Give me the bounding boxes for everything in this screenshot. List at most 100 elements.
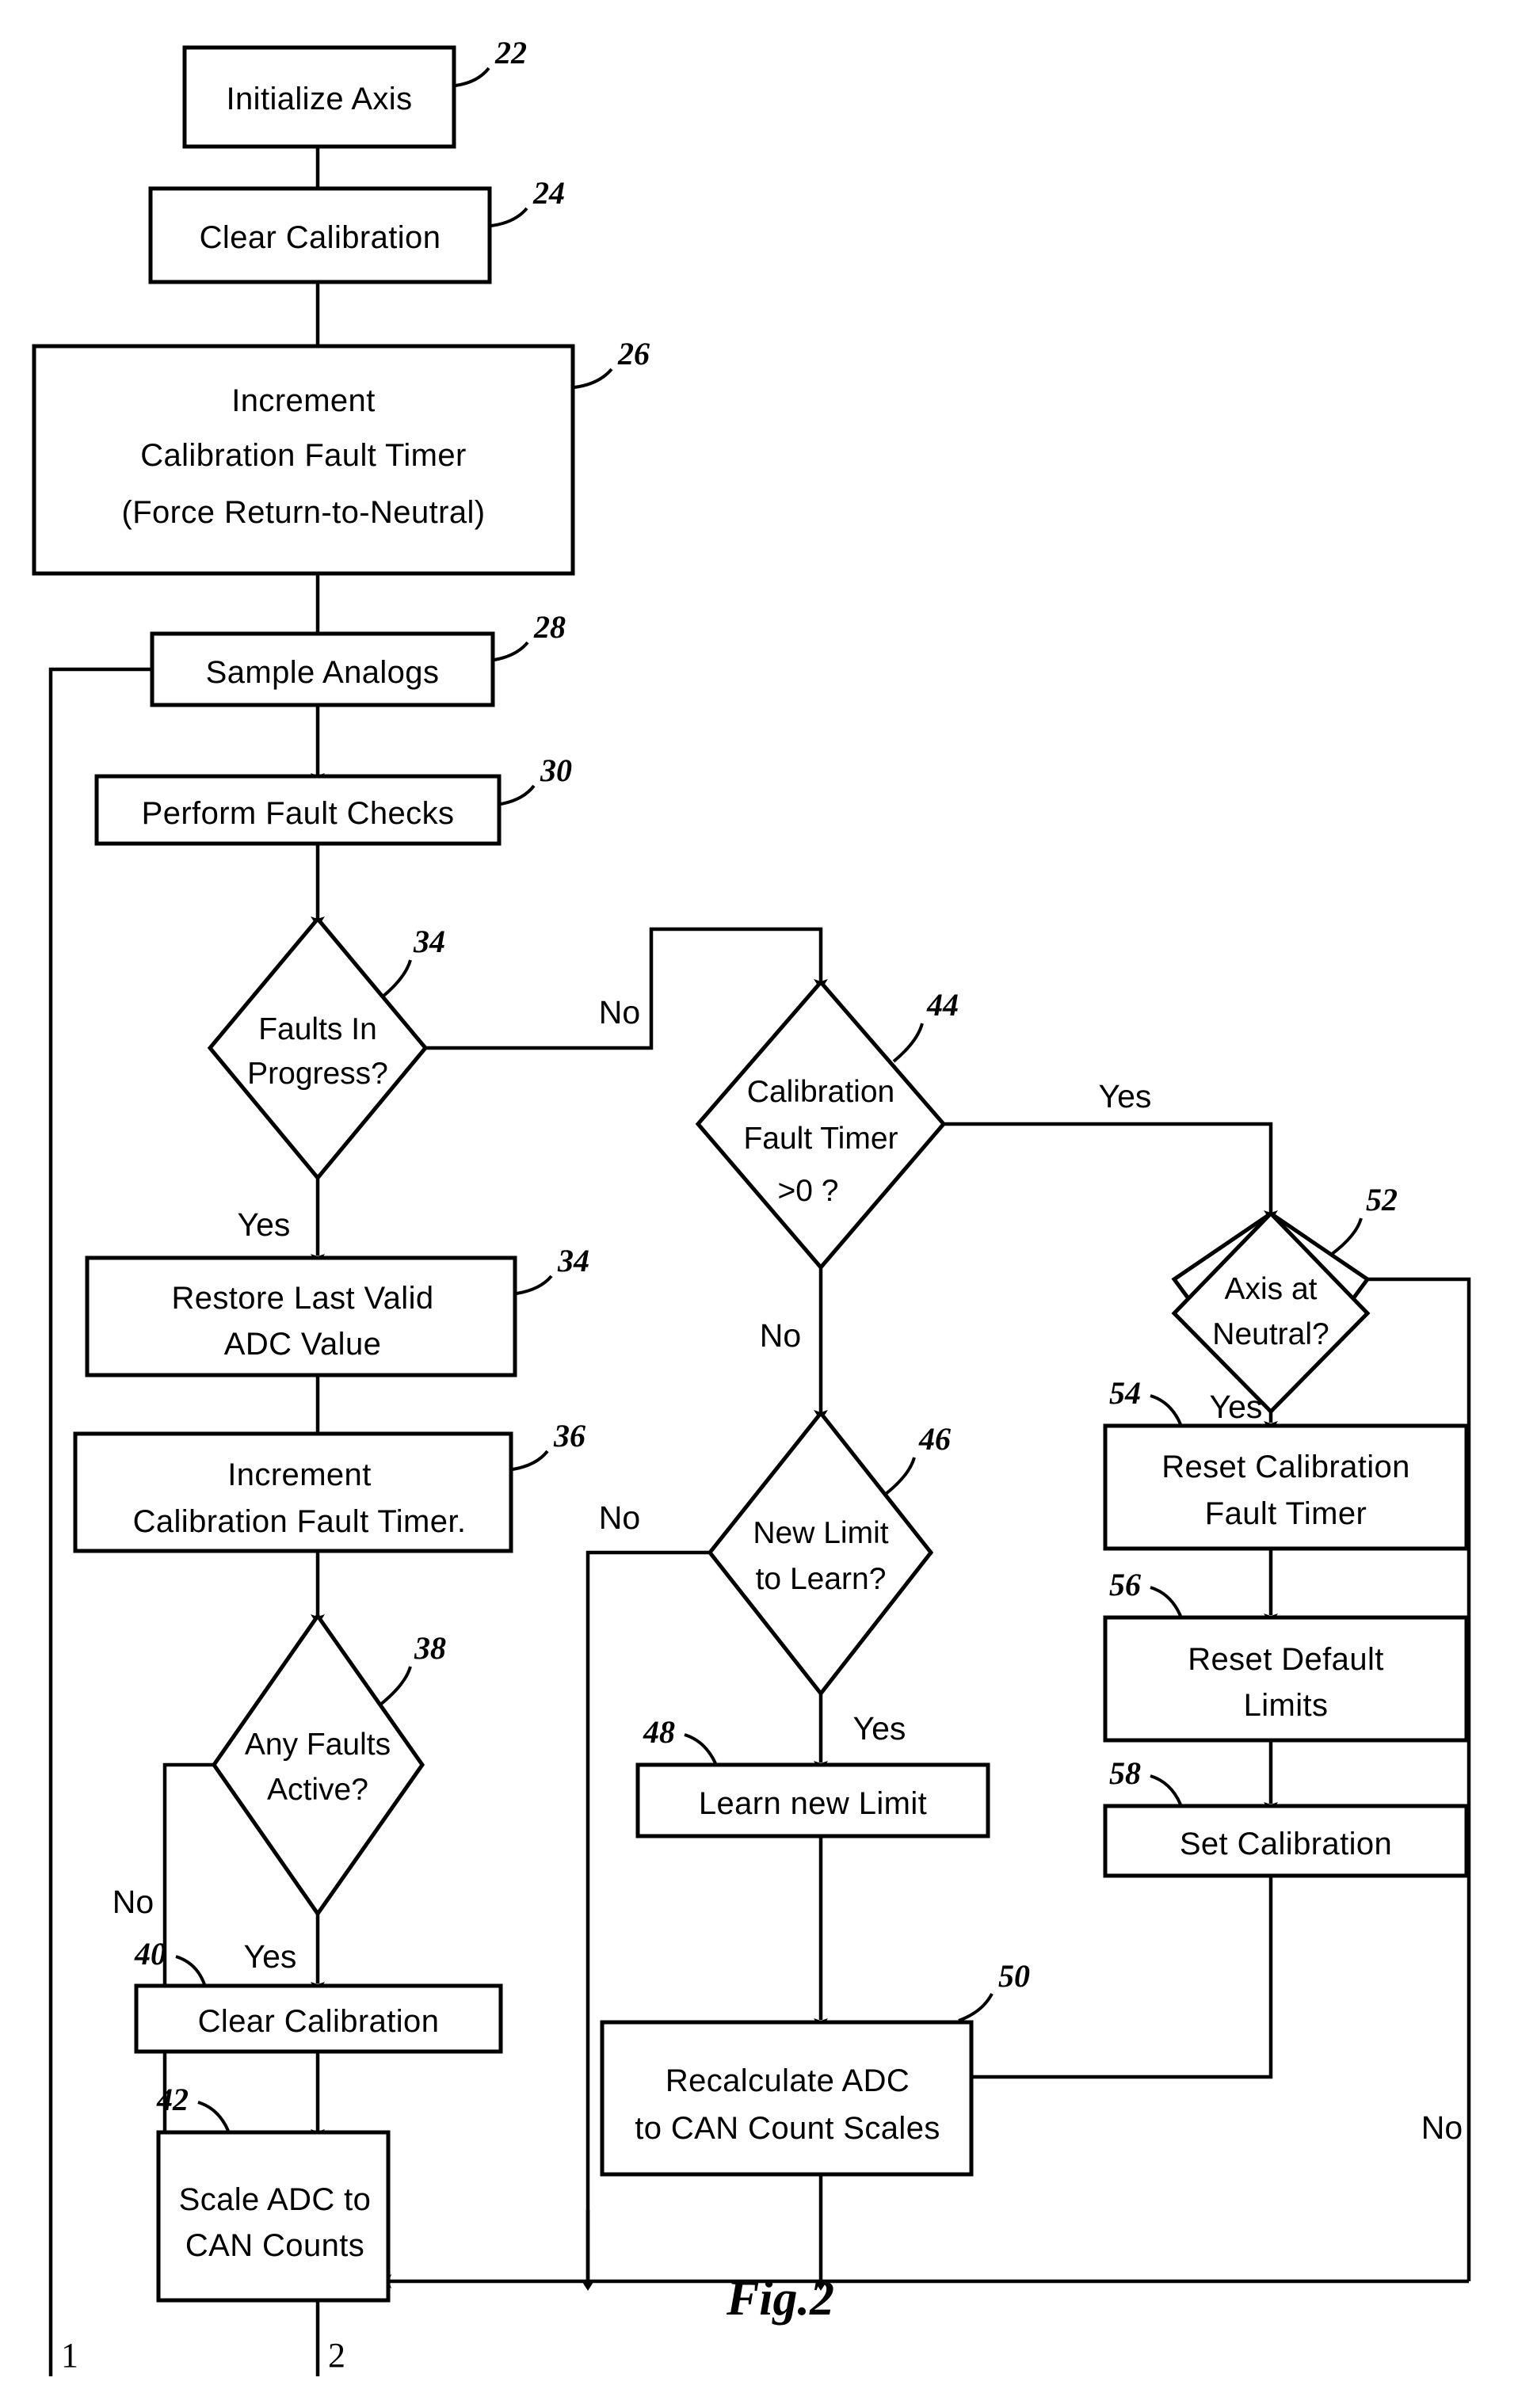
node-label-line2: Fault Timer <box>743 1122 898 1156</box>
edge-label-new-limit-yes: Yes <box>853 1710 906 1747</box>
figure-label: Fig.2 <box>726 2272 834 2326</box>
node-label: Learn new Limit <box>699 1786 927 1821</box>
leader-56 <box>1150 1586 1182 1617</box>
ref-number-38: 38 <box>414 1630 446 1666</box>
leader-38 <box>379 1666 412 1706</box>
node-clear-calibration-40: Clear Calibration <box>134 1983 503 2054</box>
node-set-calibration-58: Set Calibration <box>1103 1804 1469 1878</box>
node-label-line2: Active? <box>267 1773 368 1807</box>
node-label-line1: New Limit <box>753 1516 888 1550</box>
leader-24 <box>490 207 528 227</box>
page-connector-2: 2 <box>328 2336 345 2375</box>
node-perform-fault-checks-30: Perform Fault Checks <box>94 774 502 846</box>
ref-number-42: 42 <box>156 2082 189 2117</box>
leader-34a <box>380 959 412 999</box>
node-increment-cal-fault-timer-36: Increment Calibration Fault Timer. <box>73 1431 513 1553</box>
leader-40 <box>175 1955 206 1985</box>
node-faults-in-progress-decision: Faults In Progress? <box>207 916 429 1181</box>
node-scale-adc-to-can-counts-42: Scale ADC to CAN Counts <box>156 2130 391 2303</box>
ref-number-54: 54 <box>1109 1375 1141 1411</box>
leader-30 <box>500 784 536 806</box>
node-sample-analogs-28: Sample Analogs <box>150 631 495 707</box>
leader-26 <box>574 368 613 389</box>
node-label: Set Calibration <box>1180 1827 1392 1861</box>
edge-label-cal-timer-no: No <box>760 1317 801 1354</box>
ref-number-58: 58 <box>1109 1755 1141 1791</box>
ref-number-28: 28 <box>533 609 566 645</box>
node-label-line3: (Force Return-to-Neutral) <box>121 495 485 530</box>
leader-42 <box>197 2101 230 2132</box>
ref-number-44: 44 <box>926 987 959 1023</box>
page-connector-1: 1 <box>61 2336 78 2375</box>
node-label-line1: Reset Default <box>1188 1642 1384 1677</box>
node-increment-cal-fault-timer-26: Increment Calibration Fault Timer (Force… <box>32 344 575 576</box>
node-initialize-axis: Initialize Axis <box>182 45 456 149</box>
leader-58 <box>1150 1774 1182 1805</box>
node-label-line2: CAN Counts <box>185 2228 364 2263</box>
leader-28 <box>494 641 529 661</box>
node-label: Sample Analogs <box>206 655 440 690</box>
ref-number-56: 56 <box>1109 1567 1141 1602</box>
edge-label-faults-yes: Yes <box>238 1206 291 1243</box>
leader-34b <box>516 1274 553 1295</box>
node-label-line1: Increment <box>231 383 375 418</box>
node-label-line1: Scale ADC to <box>179 2182 372 2217</box>
node-label-line2: to Learn? <box>756 1562 887 1596</box>
node-label-line2: Neutral? <box>1212 1317 1329 1351</box>
node-reset-default-limits-56: Reset Default Limits <box>1103 1615 1469 1743</box>
edge-label-axis-neutral-no: No <box>1421 2109 1463 2146</box>
node-label-line1: Calibration <box>747 1075 894 1109</box>
node-label-line2: ADC Value <box>224 1327 382 1362</box>
node-label: Initialize Axis <box>227 82 413 116</box>
edge-label-new-limit-no: No <box>599 1499 640 1536</box>
node-label-line2: to CAN Count Scales <box>635 2111 940 2146</box>
node-label-line2: Calibration Fault Timer <box>140 438 467 473</box>
edge-label-faults-no: No <box>599 994 640 1031</box>
edge-label-axis-neutral-yes: Yes <box>1210 1389 1263 1425</box>
patent-figure-page: Initialize Axis 22 Clear Calibration 24 … <box>0 0 1518 2408</box>
edge-label-any-faults-no: No <box>113 1884 154 1920</box>
node-label: Perform Fault Checks <box>142 796 455 831</box>
ref-number-34a: 34 <box>413 924 445 959</box>
leader-48 <box>684 1733 717 1764</box>
node-restore-last-valid-adc-34: Restore Last Valid ADC Value <box>85 1255 517 1377</box>
ref-number-34b: 34 <box>557 1243 589 1278</box>
leader-44 <box>892 1023 924 1063</box>
leader-46 <box>884 1457 916 1495</box>
node-new-limit-to-learn-decision-46: New Limit to Learn? <box>707 1409 934 1697</box>
edge-cal-timer-yes-to-axis-neutral <box>944 1122 1278 1221</box>
node-label: Clear Calibration <box>198 2004 440 2039</box>
flowchart-canvas: Initialize Axis 22 Clear Calibration 24 … <box>32 35 1471 2376</box>
ref-number-48: 48 <box>643 1714 675 1750</box>
node-label-line1: Recalculate ADC <box>666 2063 910 2098</box>
node-reset-cal-fault-timer-54: Reset Calibration Fault Timer <box>1103 1423 1469 1551</box>
ref-number-50: 50 <box>998 1958 1030 1994</box>
edge-label-cal-timer-yes: Yes <box>1099 1078 1152 1114</box>
leader-36 <box>512 1450 549 1471</box>
ref-number-30: 30 <box>540 752 572 788</box>
node-label-line1: Restore Last Valid <box>171 1281 433 1316</box>
node-any-faults-active-decision-38: Any Faults Active? <box>211 1612 425 1918</box>
leader-50 <box>958 1993 994 2022</box>
node-label-line1: Reset Calibration <box>1161 1450 1410 1484</box>
leader-22 <box>455 67 490 87</box>
node-axis-at-neutral-decision-52: Axis at Neutral? <box>1171 1210 1371 1415</box>
ref-number-40: 40 <box>134 1936 166 1972</box>
node-clear-calibration-24: Clear Calibration <box>148 186 492 284</box>
node-cal-fault-timer-decision-44: Calibration Fault Timer >0 ? <box>695 979 947 1271</box>
node-label-line1: Axis at <box>1224 1272 1317 1306</box>
node-label-line1: Faults In <box>258 1012 377 1046</box>
leader-52 <box>1329 1217 1363 1256</box>
ref-number-52: 52 <box>1366 1182 1398 1217</box>
node-recalculate-adc-50: Recalculate ADC to CAN Count Scales <box>600 2020 974 2177</box>
node-label-line3: >0 ? <box>778 1174 839 1208</box>
node-label-line2: Calibration Fault Timer. <box>133 1504 467 1539</box>
ref-number-26: 26 <box>617 336 650 371</box>
node-label-line2: Limits <box>1244 1688 1329 1723</box>
node-label-line1: Any Faults <box>245 1728 391 1762</box>
edge-label-any-faults-yes: Yes <box>244 1938 297 1975</box>
node-label-line2: Fault Timer <box>1205 1496 1367 1531</box>
ref-number-22: 22 <box>494 35 527 70</box>
ref-number-24: 24 <box>532 175 565 211</box>
ref-number-36: 36 <box>553 1418 585 1454</box>
